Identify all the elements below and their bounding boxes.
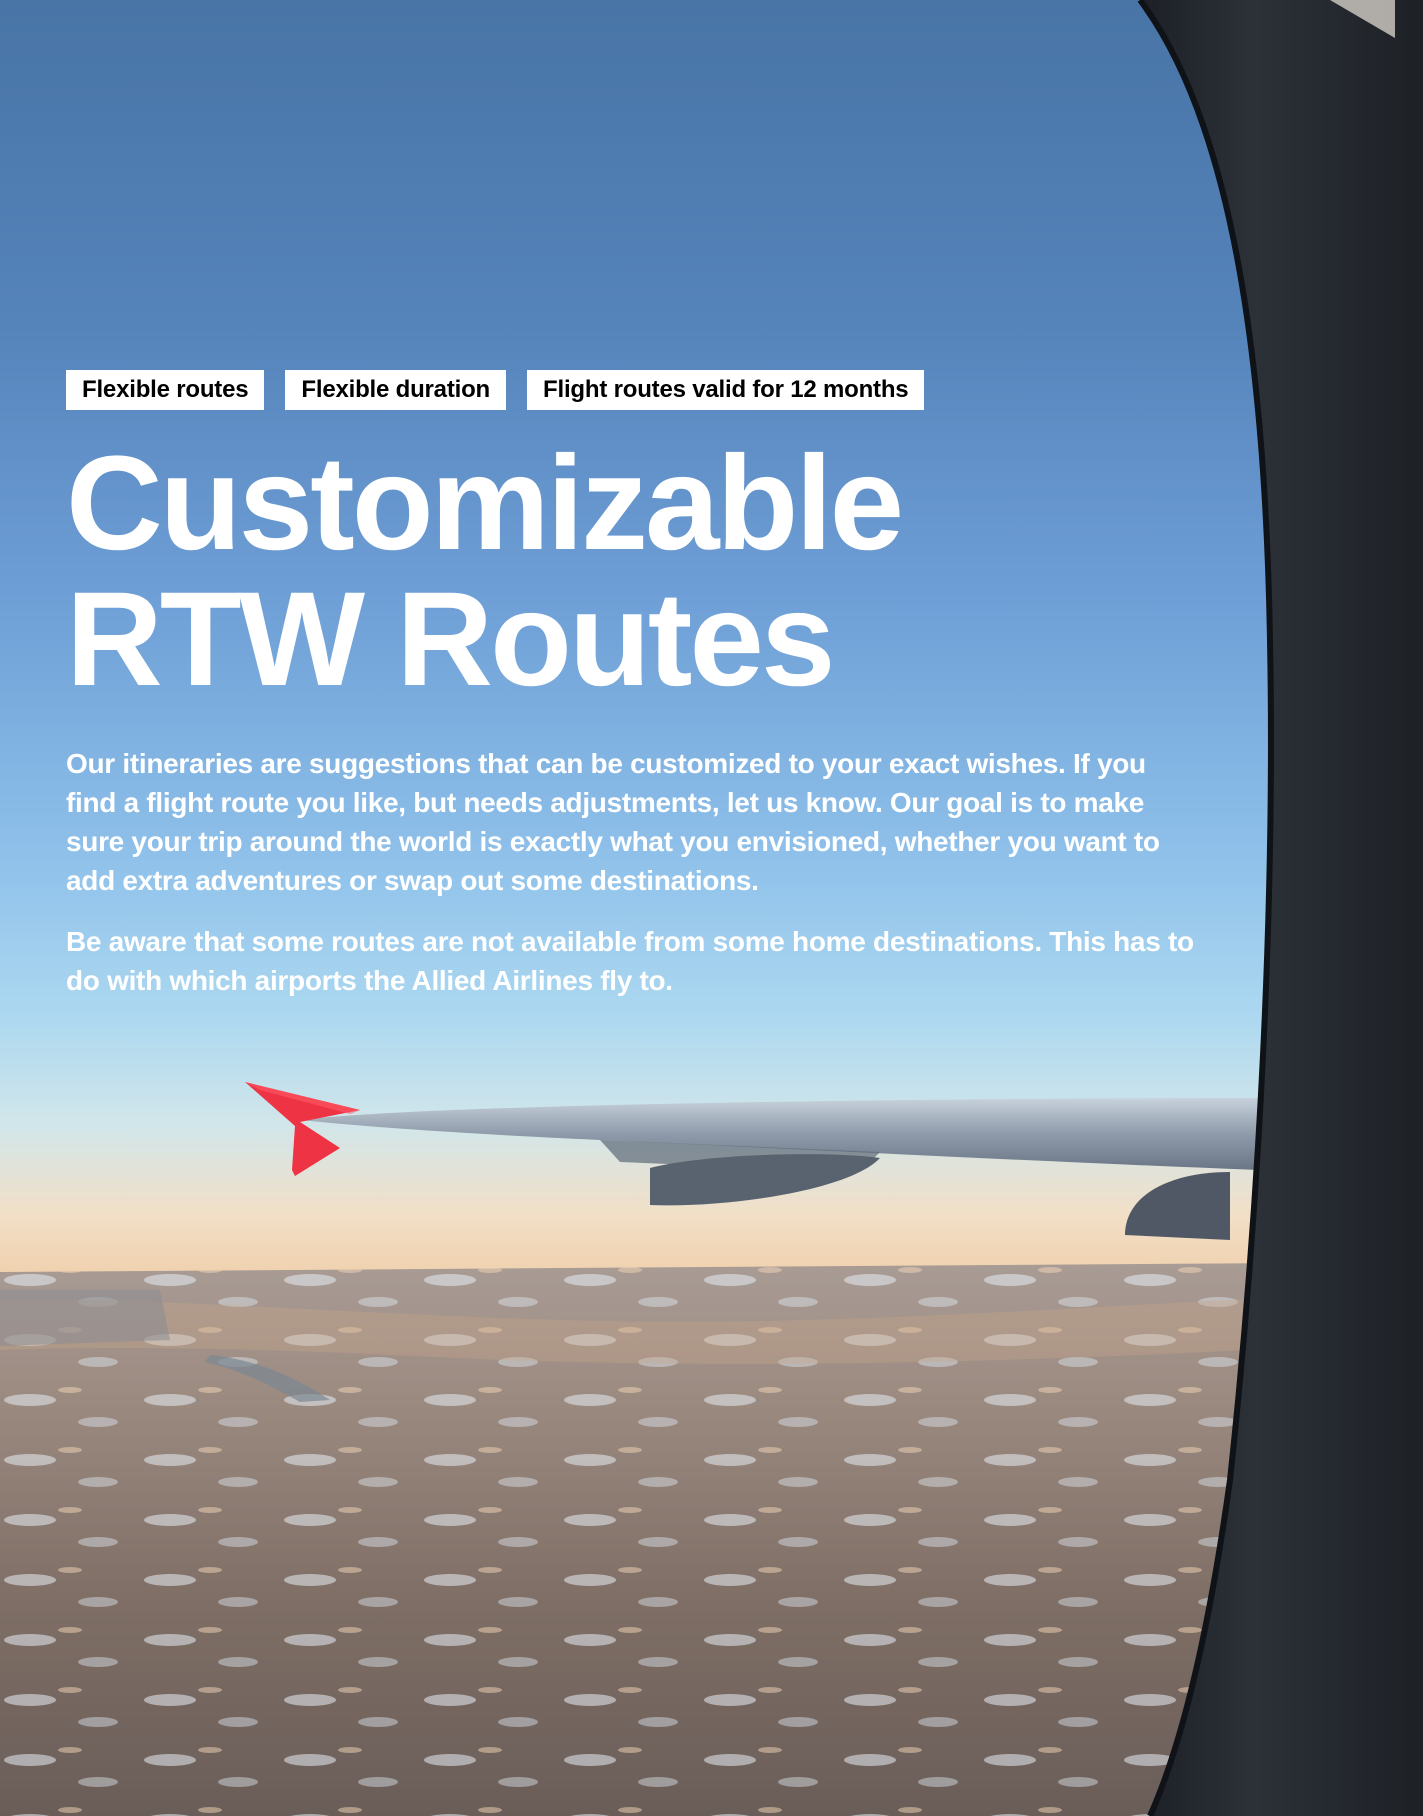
hero-content: Flexible routes Flexible duration Flight… xyxy=(66,370,1206,1000)
page-title-line-2: RTW Routes xyxy=(66,565,835,714)
intro-paragraph: Our itineraries are suggestions that can… xyxy=(66,748,1160,896)
feature-tags: Flexible routes Flexible duration Flight… xyxy=(66,370,1206,410)
page-title: Customizable RTW Routes xyxy=(66,436,1206,708)
tag-flexible-duration: Flexible duration xyxy=(285,370,507,410)
availability-note: Be aware that some routes are not availa… xyxy=(66,926,1194,996)
tag-flexible-routes: Flexible routes xyxy=(66,370,265,410)
page-title-line-1: Customizable xyxy=(66,429,904,578)
hero-section: Flexible routes Flexible duration Flight… xyxy=(0,0,1423,1816)
tag-valid-12-months: Flight routes valid for 12 months xyxy=(527,370,925,410)
